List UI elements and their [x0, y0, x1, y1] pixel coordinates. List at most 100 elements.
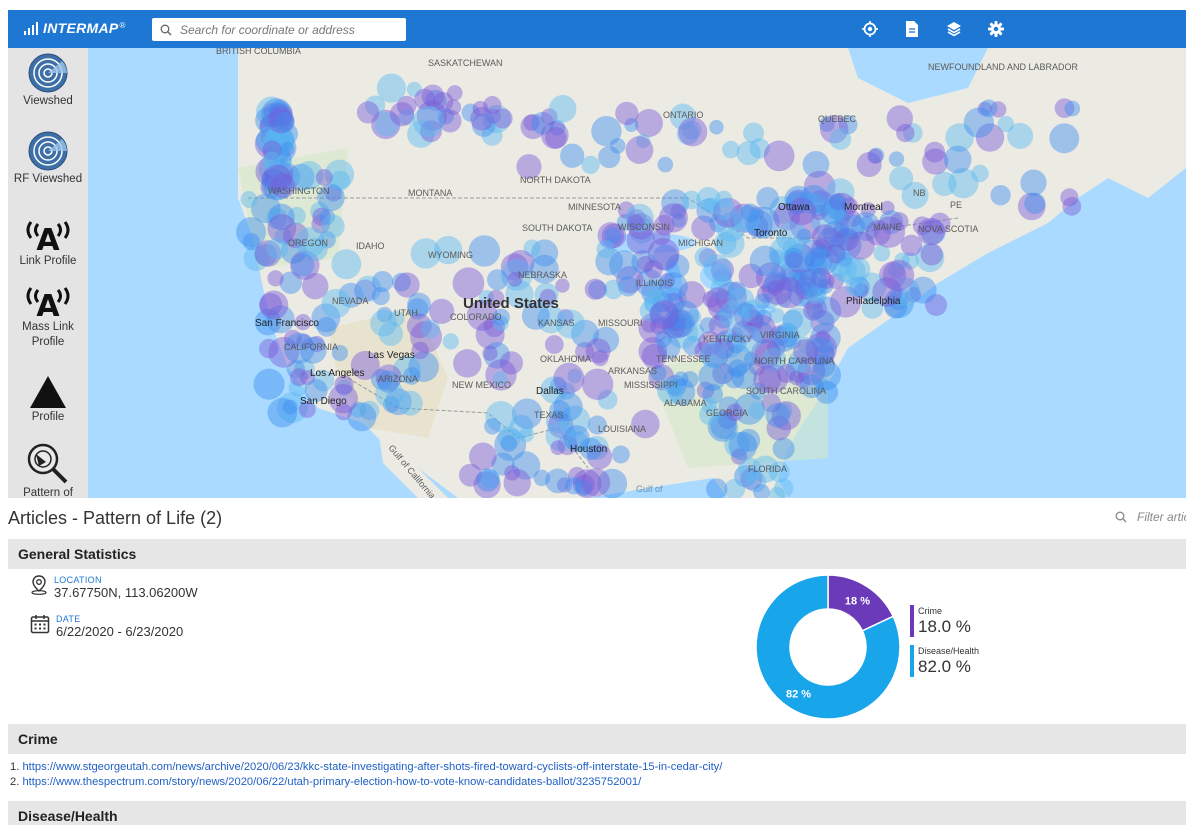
article-marker[interactable]: [253, 368, 285, 400]
article-marker[interactable]: [446, 85, 463, 101]
article-marker[interactable]: [487, 269, 509, 291]
article-marker[interactable]: [468, 235, 501, 267]
article-marker[interactable]: [1049, 123, 1080, 154]
article-marker[interactable]: [356, 101, 380, 124]
article-marker[interactable]: [267, 270, 284, 287]
article-marker[interactable]: [371, 287, 390, 306]
article-marker[interactable]: [259, 292, 283, 316]
article-marker[interactable]: [1020, 169, 1047, 196]
map-canvas[interactable]: BRITISH COLUMBIA SASKATCHEWAN NEWFOUNDLA…: [88, 48, 1186, 498]
article-marker[interactable]: [882, 259, 915, 292]
article-marker[interactable]: [749, 245, 781, 277]
article-marker[interactable]: [560, 143, 585, 168]
article-marker[interactable]: [788, 370, 804, 386]
article-marker[interactable]: [625, 136, 654, 164]
tool-mass-link-profile[interactable]: A Mass Link Profile: [8, 286, 88, 350]
article-marker[interactable]: [828, 194, 846, 211]
document-icon[interactable]: [902, 19, 922, 39]
article-marker[interactable]: [724, 368, 745, 389]
article-marker[interactable]: [765, 402, 791, 428]
article-marker[interactable]: [644, 260, 663, 279]
article-marker[interactable]: [681, 371, 699, 388]
article-marker[interactable]: [389, 101, 415, 127]
article-marker[interactable]: [1024, 192, 1046, 215]
article-marker[interactable]: [997, 115, 1015, 133]
article-marker[interactable]: [609, 250, 639, 280]
article-marker[interactable]: [943, 145, 972, 174]
disease-health-header[interactable]: Disease/Health: [8, 801, 1186, 825]
tool-rf-viewshed[interactable]: RF Viewshed: [8, 130, 88, 187]
article-marker[interactable]: [442, 333, 459, 350]
article-marker[interactable]: [773, 478, 794, 498]
filter-input[interactable]: Filter articles: [1115, 510, 1186, 524]
article-marker[interactable]: [634, 109, 663, 138]
general-statistics-header[interactable]: General Statistics: [8, 539, 1186, 569]
article-marker[interactable]: [259, 338, 279, 359]
article-marker[interactable]: [1064, 100, 1081, 117]
article-marker[interactable]: [453, 349, 482, 378]
article-marker[interactable]: [1062, 196, 1082, 216]
article-marker[interactable]: [920, 243, 943, 266]
article-marker[interactable]: [242, 232, 260, 251]
article-marker[interactable]: [518, 427, 535, 443]
article-marker[interactable]: [581, 155, 600, 175]
article-marker[interactable]: [657, 156, 674, 173]
article-marker[interactable]: [709, 119, 724, 135]
article-marker[interactable]: [412, 105, 445, 138]
article-marker[interactable]: [279, 141, 295, 157]
article-marker[interactable]: [756, 187, 779, 210]
map-view[interactable]: BRITISH COLUMBIA SASKATCHEWAN NEWFOUNDLA…: [88, 48, 1186, 498]
article-marker[interactable]: [240, 191, 258, 208]
article-marker[interactable]: [470, 106, 494, 131]
search-input[interactable]: Search for coordinate or address: [152, 18, 406, 41]
locate-icon[interactable]: [860, 19, 880, 39]
article-marker[interactable]: [909, 276, 937, 304]
tool-viewshed[interactable]: Viewshed: [8, 52, 88, 109]
article-marker[interactable]: [596, 239, 616, 259]
article-marker[interactable]: [421, 84, 445, 108]
article-marker[interactable]: [290, 253, 315, 277]
article-marker[interactable]: [476, 468, 500, 492]
intermap-logo[interactable]: INTERMAP ®: [24, 20, 125, 36]
article-marker[interactable]: [741, 203, 760, 223]
article-marker[interactable]: [282, 399, 298, 415]
article-marker[interactable]: [564, 477, 583, 495]
article-marker[interactable]: [888, 151, 905, 167]
article-marker[interactable]: [482, 345, 498, 361]
article-marker[interactable]: [274, 112, 295, 133]
crime-header[interactable]: Crime: [8, 724, 1186, 754]
article-marker[interactable]: [331, 249, 362, 280]
article-marker[interactable]: [829, 128, 852, 150]
article-marker[interactable]: [678, 117, 708, 147]
article-marker[interactable]: [990, 185, 1011, 206]
article-marker[interactable]: [979, 99, 998, 118]
article-marker[interactable]: [737, 428, 761, 452]
article-marker[interactable]: [703, 254, 732, 283]
article-marker[interactable]: [748, 401, 766, 420]
article-marker[interactable]: [321, 214, 345, 239]
article-marker[interactable]: [772, 437, 795, 460]
article-marker[interactable]: [838, 257, 866, 285]
article-marker[interactable]: [376, 73, 406, 103]
article-marker[interactable]: [609, 138, 626, 154]
tool-pattern-of-life[interactable]: Pattern of: [8, 442, 88, 498]
article-marker[interactable]: [886, 105, 913, 132]
article-marker[interactable]: [266, 237, 289, 260]
article-marker[interactable]: [611, 445, 630, 464]
article-marker[interactable]: [796, 228, 812, 244]
article-marker[interactable]: [315, 169, 333, 186]
article-marker[interactable]: [713, 198, 736, 221]
tool-link-profile[interactable]: A Link Profile: [8, 220, 88, 269]
article-link[interactable]: https://www.thespectrum.com/story/news/2…: [22, 776, 641, 788]
article-marker[interactable]: [541, 121, 569, 150]
article-marker[interactable]: [763, 140, 795, 172]
article-marker[interactable]: [484, 418, 501, 435]
article-marker[interactable]: [469, 442, 497, 471]
article-marker[interactable]: [867, 148, 883, 164]
article-marker[interactable]: [549, 95, 577, 123]
article-marker[interactable]: [581, 468, 611, 497]
article-marker[interactable]: [722, 140, 740, 159]
article-link[interactable]: https://www.stgeorgeutah.com/news/archiv…: [22, 761, 722, 773]
article-marker[interactable]: [649, 300, 679, 330]
article-marker[interactable]: [798, 268, 828, 298]
